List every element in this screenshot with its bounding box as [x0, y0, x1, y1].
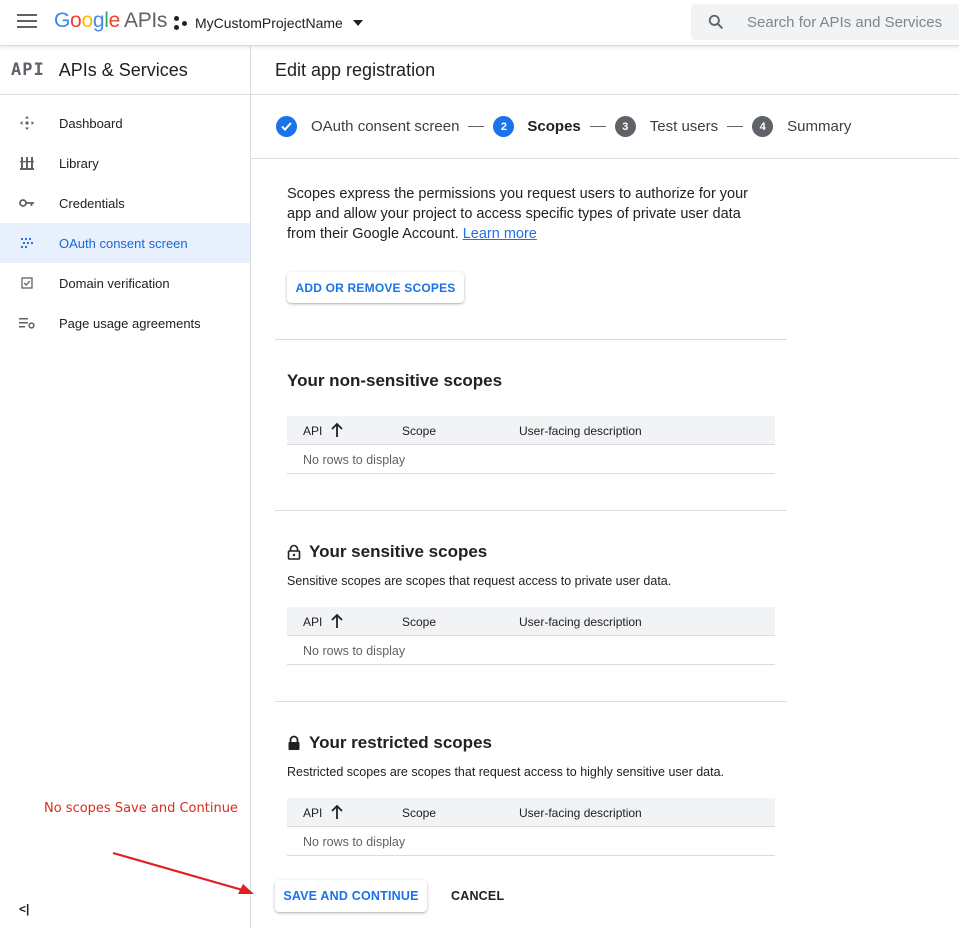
search-bar[interactable] [691, 4, 959, 40]
restricted-scopes-table: API Scope User-facing description No row… [287, 798, 775, 856]
sensitive-scopes-table: API Scope User-facing description No row… [287, 607, 775, 665]
library-icon [18, 154, 36, 172]
sensitive-scopes-description: Sensitive scopes are scopes that request… [287, 574, 672, 588]
lock-icon [288, 735, 300, 750]
page-title: Edit app registration [275, 59, 436, 80]
project-selector[interactable]: MyCustomProjectName [174, 12, 363, 34]
search-input[interactable] [747, 13, 959, 31]
sidebar-item-dashboard[interactable]: Dashboard [0, 103, 250, 143]
collapse-sidebar-icon[interactable]: <| [19, 902, 29, 916]
list-settings-icon [18, 314, 36, 332]
sidebar-item-credentials[interactable]: Credentials [0, 183, 250, 223]
checkbox-icon [18, 274, 36, 292]
main-content: Edit app registration OAuth consent scre… [251, 46, 959, 928]
step-separator [468, 126, 485, 127]
annotation-text: No scopes Save and Continue [44, 801, 238, 816]
registration-stepper: OAuth consent screen 2 Scopes 3 Test use… [251, 95, 959, 159]
table-empty-row: No rows to display [287, 445, 775, 474]
section-divider [275, 339, 787, 340]
non-sensitive-scopes-title: Your non-sensitive scopes [287, 371, 503, 390]
section-divider [275, 701, 787, 702]
table-header: API Scope User-facing description [287, 607, 775, 636]
sidebar-item-domain-verification[interactable]: Domain verification [0, 263, 250, 303]
step-oauth-consent-screen[interactable]: OAuth consent screen [276, 116, 459, 137]
oauth-consent-icon [18, 234, 36, 252]
sensitive-scopes-title: Your sensitive scopes [287, 542, 487, 562]
step-number: 4 [752, 116, 774, 137]
step-test-users[interactable]: 3 Test users [614, 116, 718, 137]
step-number: 3 [614, 116, 636, 137]
check-circle-icon [276, 116, 297, 137]
step-summary[interactable]: 4 Summary [752, 116, 851, 137]
sort-arrow-up-icon[interactable] [330, 613, 344, 629]
learn-more-link[interactable]: Learn more [463, 226, 537, 242]
restricted-scopes-description: Restricted scopes are scopes that reques… [287, 765, 725, 779]
scopes-intro: Scopes express the permissions you reque… [287, 186, 749, 242]
table-header: API Scope User-facing description [287, 798, 775, 827]
table-empty-row: No rows to display [287, 827, 775, 856]
sort-arrow-up-icon[interactable] [330, 422, 344, 438]
sidebar-nav: Dashboard Library Credentials OAuth cons… [0, 103, 250, 343]
dropdown-caret-icon [352, 20, 363, 26]
table-header: API Scope User-facing description [287, 416, 775, 445]
sidebar: API APIs & Services Dashboard Library Cr… [0, 46, 251, 928]
dashboard-icon [18, 114, 36, 132]
annotation-arrow-icon [112, 851, 254, 894]
api-logo-icon: API [11, 60, 45, 80]
add-or-remove-scopes-button[interactable]: ADD OR REMOVE SCOPES [287, 272, 464, 303]
project-icon [174, 16, 188, 30]
non-sensitive-scopes-table: API Scope User-facing description No row… [287, 416, 775, 474]
page-header: Edit app registration [251, 46, 959, 95]
sidebar-header: API APIs & Services [0, 46, 250, 95]
sidebar-title: APIs & Services [58, 59, 188, 80]
google-apis-logo[interactable]: Google APIs [54, 9, 167, 33]
sidebar-item-oauth-consent-screen[interactable]: OAuth consent screen [0, 223, 250, 263]
table-empty-row: No rows to display [287, 636, 775, 665]
project-name: MyCustomProjectName [195, 15, 343, 31]
sort-arrow-up-icon[interactable] [330, 804, 344, 820]
step-separator [727, 126, 744, 127]
key-icon [18, 194, 36, 212]
step-separator [589, 126, 606, 127]
section-divider [275, 510, 787, 511]
search-icon [708, 14, 723, 29]
save-and-continue-button[interactable]: SAVE AND CONTINUE [275, 880, 427, 912]
sidebar-item-page-usage-agreements[interactable]: Page usage agreements [0, 303, 250, 343]
sidebar-item-library[interactable]: Library [0, 143, 250, 183]
step-scopes[interactable]: 2 Scopes [493, 116, 581, 137]
lock-outline-icon [287, 544, 301, 560]
restricted-scopes-title: Your restricted scopes [287, 733, 492, 753]
form-actions: SAVE AND CONTINUE CANCEL [275, 880, 516, 912]
cancel-button[interactable]: CANCEL [439, 880, 516, 912]
menu-icon[interactable] [17, 14, 37, 30]
step-number: 2 [493, 116, 515, 137]
top-app-bar: Google APIs MyCustomProjectName [0, 0, 959, 46]
